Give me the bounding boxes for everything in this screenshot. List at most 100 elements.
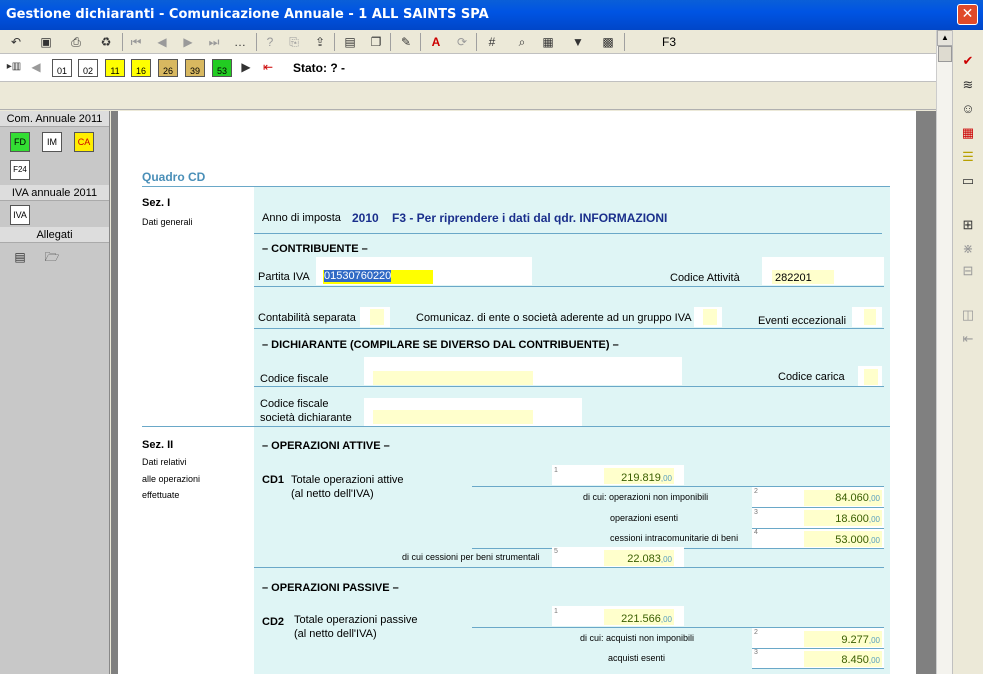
search-icon[interactable]: ⌕ [512, 32, 532, 52]
codice-attivita-label: Codice Attività [670, 272, 740, 284]
navigation-toolbar: ▸▥ ◀ 01 02 11 16 26 39 53 ▶ ⇤ Stato: ? - [0, 54, 936, 82]
section-divider [142, 426, 890, 427]
more-icon[interactable]: … [230, 32, 250, 52]
divider [254, 328, 884, 329]
quadro-button-53[interactable]: 53 [212, 59, 232, 77]
record-icon[interactable]: ▸▥ [4, 57, 24, 77]
cd1-total-value: 219.819,00 [621, 472, 672, 484]
tree-icon[interactable]: ⊞ [959, 216, 977, 234]
contabilita-label: Contabilità separata [258, 312, 356, 324]
play-icon[interactable]: ▶ [236, 57, 256, 77]
toolbar-band [0, 82, 936, 110]
user-check-icon[interactable]: ✔ [959, 52, 977, 70]
pdf-icon[interactable]: A [426, 32, 446, 52]
layers-icon[interactable]: ◫ [959, 306, 977, 324]
cd1-strumentali-value: 22.083,00 [627, 553, 672, 565]
document-icon[interactable]: ▤ [340, 32, 360, 52]
divider [254, 286, 884, 287]
calendar-icon[interactable]: ▦ [959, 124, 977, 142]
iva-annuale-header: IVA annuale 2011 [0, 185, 109, 201]
calculator-icon[interactable]: ▦ [538, 32, 558, 52]
com-annuale-header: Com. Annuale 2011 [0, 111, 109, 127]
person-icon[interactable]: ☺ [959, 100, 977, 118]
cf-societa-field[interactable] [373, 410, 533, 424]
attachment-folder-icon[interactable]: 🗁 [42, 247, 62, 267]
ca-document-icon[interactable]: CA [74, 132, 94, 152]
scroll-up-icon[interactable]: ▲ [937, 30, 953, 46]
attachment-list-icon[interactable]: ▤ [10, 247, 30, 267]
sez2-line3: effettuate [142, 490, 180, 500]
quadro-button-16[interactable]: 16 [131, 59, 151, 77]
last-record-icon[interactable]: ⏭ [204, 32, 224, 52]
iva-document-icon[interactable]: IVA [10, 205, 30, 225]
cd1-total-index: 1 [554, 467, 558, 474]
back-icon[interactable]: ◀ [26, 57, 46, 77]
export-icon[interactable]: ⇪ [310, 32, 330, 52]
scroll-thumb[interactable] [938, 46, 952, 62]
anno-value: 2010 [352, 211, 379, 225]
cd1-non-imponibili-value: 84.060,00 [835, 492, 880, 504]
window-title: Gestione dichiaranti - Comunicazione Ann… [6, 7, 489, 22]
cd2-code: CD2 [262, 616, 285, 628]
cd1-intracom-label: cessioni intracomunitarie di beni [610, 533, 739, 543]
sez2-title: Sez. II [142, 439, 174, 451]
codice-carica-field[interactable] [864, 369, 878, 385]
save-icon[interactable]: ▣ [36, 32, 56, 52]
cd1-label-2: (al netto dell'IVA) [291, 488, 374, 500]
split-icon[interactable]: ⋇ [959, 240, 977, 258]
contabilita-field[interactable] [370, 309, 384, 325]
f3-label: F3 [662, 35, 677, 49]
exit-icon[interactable]: ⇤ [258, 57, 278, 77]
quadro-button-01[interactable]: 01 [52, 59, 72, 77]
first-record-icon[interactable]: ⏮ [126, 32, 146, 52]
notes-icon[interactable]: ✎ [396, 32, 416, 52]
undo-icon[interactable]: ↶ [6, 32, 26, 52]
exit-small-icon[interactable]: ⇤ [959, 330, 977, 348]
print-icon[interactable]: ⎘ [284, 32, 304, 52]
cd1-esenti-index: 3 [754, 509, 758, 516]
grid-icon[interactable]: ▩ [598, 32, 618, 52]
divider [254, 233, 882, 234]
stack-icon[interactable]: ≋ [959, 76, 977, 94]
previous-record-icon[interactable]: ◀ [152, 32, 172, 52]
recycle-icon[interactable]: ♻ [96, 32, 116, 52]
f24-document-icon[interactable]: F24 [10, 160, 30, 180]
cd2-esenti-index: 3 [754, 649, 758, 656]
codice-attivita-value: 282201 [775, 272, 812, 284]
note-icon[interactable]: ▭ [959, 172, 977, 190]
cd1-strumentali-index: 5 [554, 548, 558, 555]
comunicaz-label: Comunicaz. di ente o società aderente ad… [416, 312, 692, 324]
cd2-esenti-label: acquisti esenti [608, 653, 666, 663]
cd1-code: CD1 [262, 474, 285, 486]
anno-hint: F3 - Per riprendere i dati dal qdr. INFO… [392, 211, 668, 225]
partita-iva-field[interactable]: 01530760220 [324, 270, 392, 282]
list-edit-icon[interactable]: ☰ [959, 148, 977, 166]
dropdown-icon[interactable]: ▼ [568, 32, 588, 52]
fd-document-icon[interactable]: FD [10, 132, 30, 152]
next-record-icon[interactable]: ▶ [178, 32, 198, 52]
cd1-non-imponibili-label: di cui: operazioni non imponibili [583, 492, 709, 502]
merge-icon[interactable]: ⊟ [959, 262, 977, 280]
quadro-button-11[interactable]: 11 [105, 59, 125, 77]
anno-label: Anno di imposta [262, 212, 341, 224]
im-document-icon[interactable]: IM [42, 132, 62, 152]
sez2-line2: alle operazioni [142, 474, 201, 484]
cd1-label-1: Totale operazioni attive [291, 474, 404, 486]
quadro-button-26[interactable]: 26 [158, 59, 178, 77]
vertical-scrollbar[interactable]: ▲ [936, 30, 953, 674]
print-preview-icon[interactable]: ⎙ [66, 32, 86, 52]
quadro-button-39[interactable]: 39 [185, 59, 205, 77]
refresh-icon[interactable]: ⟳ [452, 32, 472, 52]
close-button[interactable]: ✕ [957, 4, 978, 25]
partita-iva-label: Partita IVA [258, 271, 310, 283]
copy-icon[interactable]: ❐ [366, 32, 386, 52]
eventi-field[interactable] [864, 309, 876, 325]
window-title-bar: Gestione dichiaranti - Comunicazione Ann… [0, 0, 983, 30]
cd1-intracom-index: 4 [754, 529, 758, 536]
cd2-non-imponibili-index: 2 [754, 629, 758, 636]
codice-fiscale-field[interactable] [373, 371, 533, 385]
hash-icon[interactable]: # [482, 32, 502, 52]
help-icon[interactable]: ? [260, 32, 280, 52]
comunicaz-field[interactable] [703, 309, 717, 325]
quadro-button-02[interactable]: 02 [78, 59, 98, 77]
